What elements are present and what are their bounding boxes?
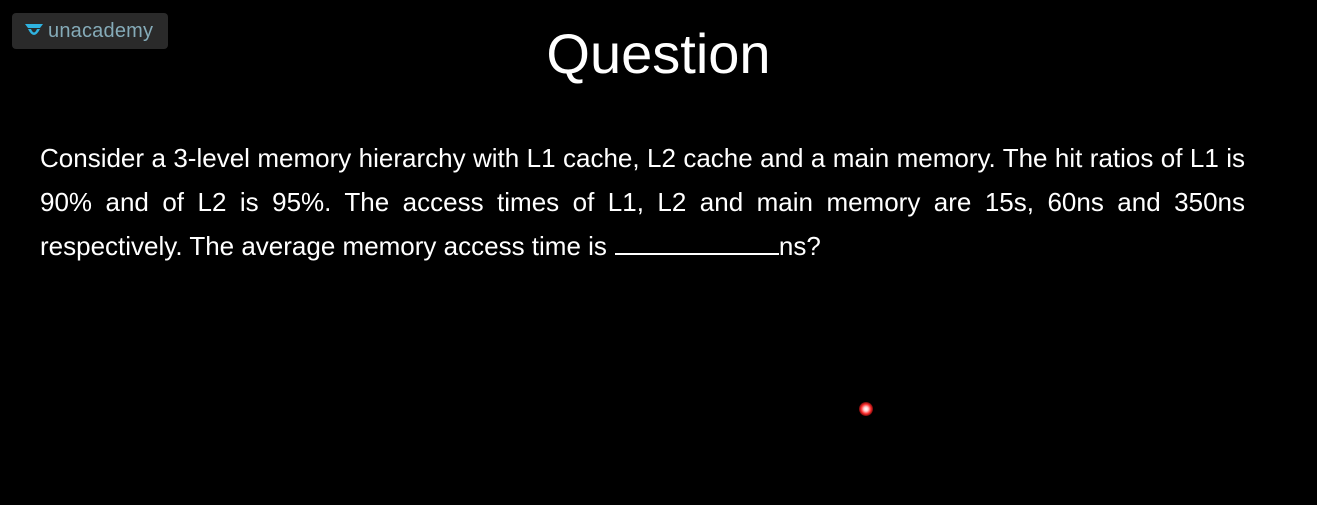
answer-unit: ns?	[778, 231, 821, 261]
answer-blank	[614, 235, 779, 255]
slide-title: Question	[546, 22, 771, 85]
question-text: Consider a 3-level memory hierarchy with…	[40, 136, 1245, 268]
laser-pointer-icon	[859, 402, 873, 416]
